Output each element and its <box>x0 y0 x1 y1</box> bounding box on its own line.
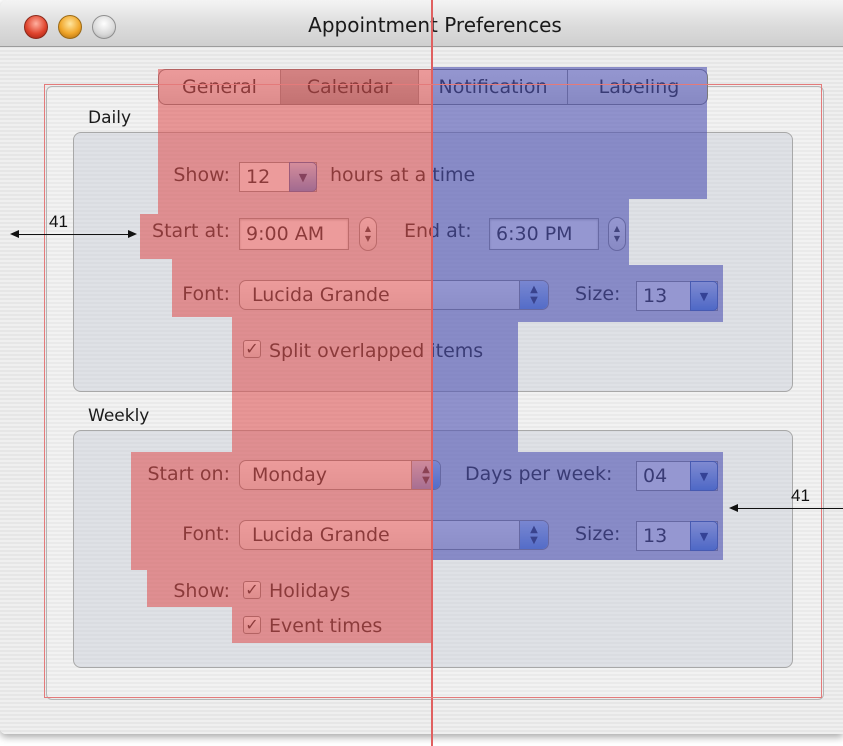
start-time-field[interactable]: 9:00 AM <box>239 218 349 250</box>
daily-font-popup[interactable]: Lucida Grande ▲ ▼ <box>239 280 549 310</box>
holidays-checkbox[interactable]: ✓ <box>243 581 261 599</box>
start-time-stepper[interactable]: ▲ ▼ <box>359 217 377 251</box>
up-down-arrows-icon: ▲ ▼ <box>519 521 548 549</box>
tab-general[interactable]: General <box>159 70 281 104</box>
weekly-show-label: Show: <box>173 580 230 602</box>
start-at-label: Start at: <box>152 220 230 242</box>
tab-notification[interactable]: Notification <box>419 70 568 104</box>
right-margin-label: 41 <box>791 486 810 505</box>
right-dimension-line <box>736 508 843 509</box>
left-margin-label: 41 <box>49 212 68 231</box>
start-on-label: Start on: <box>147 463 230 485</box>
window-title: Appointment Preferences <box>308 13 562 37</box>
daily-font-label: Font: <box>182 283 230 305</box>
daily-group-label: Daily <box>88 108 132 128</box>
tab-labeling[interactable]: Labeling <box>568 70 707 104</box>
title-bar: Appointment Preferences <box>0 0 843 47</box>
chevron-down-icon[interactable]: ▼ <box>690 461 718 491</box>
tab-calendar[interactable]: Calendar <box>281 70 419 104</box>
end-time-field[interactable]: 6:30 PM <box>489 218 599 250</box>
center-guide-line <box>431 0 433 746</box>
split-overlapped-label: Split overlapped items <box>269 340 484 362</box>
end-at-label-text: End at: <box>404 220 472 242</box>
left-arrow-icon <box>729 504 738 512</box>
preferences-window: Appointment Preferences General Calendar… <box>0 0 843 734</box>
weekly-font-label: Font: <box>182 523 230 545</box>
hours-label: hours at a time <box>330 164 476 186</box>
chevron-down-icon[interactable]: ▼ <box>690 521 718 551</box>
up-down-arrows-icon: ▲ ▼ <box>519 281 548 309</box>
weekly-size-popup[interactable]: 13 ▼ <box>636 521 718 551</box>
days-per-week-value: 04 <box>643 465 668 487</box>
chevron-down-icon[interactable]: ▼ <box>690 281 718 311</box>
split-overlapped-checkbox[interactable]: ✓ <box>243 340 261 358</box>
weekly-font-value: Lucida Grande <box>252 524 390 546</box>
chevron-down-icon[interactable]: ▼ <box>289 162 317 192</box>
start-on-popup[interactable]: Monday ▲ ▼ <box>239 460 441 490</box>
end-time-stepper[interactable]: ▲ ▼ <box>608 217 626 251</box>
days-per-week-label: Days per week: <box>465 463 613 485</box>
weekly-font-popup[interactable]: Lucida Grande ▲ ▼ <box>239 520 549 550</box>
daily-font-value: Lucida Grande <box>252 284 390 306</box>
event-times-label: Event times <box>269 615 383 637</box>
right-arrow-icon <box>128 230 137 238</box>
tab-bar: General Calendar Notification Labeling <box>158 69 708 105</box>
weekly-group-label: Weekly <box>88 406 150 426</box>
hours-popup[interactable]: 12 ▼ <box>239 162 317 192</box>
weekly-size-label: Size: <box>575 523 621 545</box>
daily-size-popup[interactable]: 13 ▼ <box>636 281 718 311</box>
start-on-value: Monday <box>252 464 328 486</box>
daily-show-label: Show: <box>173 164 230 186</box>
days-per-week-popup[interactable]: 04 ▼ <box>636 461 718 491</box>
weekly-size-value: 13 <box>643 525 668 547</box>
up-down-arrows-icon: ▲ ▼ <box>411 461 440 489</box>
holidays-label: Holidays <box>269 580 351 602</box>
left-arrow-icon <box>10 230 19 238</box>
hours-value: 12 <box>246 166 271 188</box>
daily-size-value: 13 <box>643 285 668 307</box>
event-times-checkbox[interactable]: ✓ <box>243 616 261 634</box>
daily-size-label: Size: <box>575 283 621 305</box>
left-dimension-line <box>14 234 132 235</box>
